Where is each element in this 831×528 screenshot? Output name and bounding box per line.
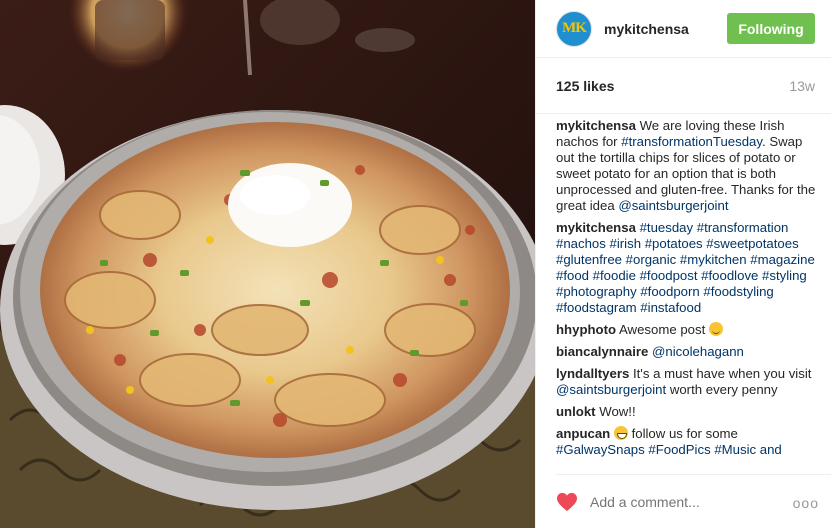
comment-input[interactable] bbox=[590, 493, 780, 510]
header-username[interactable]: mykitchensa bbox=[604, 21, 689, 37]
comment-username[interactable]: mykitchensa bbox=[556, 220, 636, 235]
comments-list[interactable]: mykitchensa We are loving these Irish na… bbox=[556, 118, 819, 476]
grin-emoji-icon bbox=[613, 426, 628, 440]
comment-hashtags[interactable]: #GalwaySnaps #FoodPics #Music and bbox=[556, 442, 782, 457]
comment-text: Wow!! bbox=[599, 404, 636, 419]
comment-text-after: worth every penny bbox=[669, 382, 778, 397]
instagram-post: MK mykitchensa Following 125 likes 13w m… bbox=[0, 0, 831, 528]
following-button[interactable]: Following bbox=[727, 13, 815, 44]
list-item: anpucan follow us for some #GalwaySnaps … bbox=[556, 426, 819, 458]
list-item: mykitchensa #tuesday #transformation #na… bbox=[556, 220, 819, 316]
comment-bar: ooo bbox=[556, 474, 831, 528]
post-photo[interactable] bbox=[0, 0, 535, 528]
avatar[interactable]: MK bbox=[556, 10, 592, 47]
comment-mention[interactable]: @saintsburgerjoint bbox=[556, 382, 666, 397]
list-item: hhyphoto Awesome post bbox=[556, 322, 819, 338]
caption-hashtag[interactable]: #transformationTuesday bbox=[621, 134, 762, 149]
more-options-icon[interactable]: ooo bbox=[793, 495, 819, 511]
wink-emoji-icon bbox=[708, 322, 723, 336]
comment-mention[interactable]: @nicolehagann bbox=[652, 344, 744, 359]
avatar-initials: MK bbox=[562, 20, 587, 36]
likes-count[interactable]: 125 likes bbox=[556, 78, 614, 94]
caption-mention[interactable]: @saintsburgerjoint bbox=[618, 198, 728, 213]
comment-username[interactable]: biancalynnaire bbox=[556, 344, 648, 359]
comment-username[interactable]: mykitchensa bbox=[556, 118, 636, 133]
heart-icon[interactable] bbox=[556, 492, 578, 512]
comment-text: It's a must have when you visit bbox=[632, 366, 812, 381]
comment-text: follow us for some bbox=[631, 426, 738, 441]
comment-username[interactable]: lyndalltyers bbox=[556, 366, 629, 381]
list-item: biancalynnaire @nicolehagann bbox=[556, 344, 819, 360]
caption: mykitchensa We are loving these Irish na… bbox=[556, 118, 819, 214]
list-item: lyndalltyers It's a must have when you v… bbox=[556, 366, 819, 398]
likes-row: 125 likes 13w bbox=[536, 58, 831, 114]
comment-username[interactable]: anpucan bbox=[556, 426, 610, 441]
nachos-photo-illustration bbox=[0, 0, 535, 528]
list-item: unlokt Wow!! bbox=[556, 404, 819, 420]
comment-username[interactable]: unlokt bbox=[556, 404, 596, 419]
post-details-panel: MK mykitchensa Following 125 likes 13w m… bbox=[535, 0, 831, 528]
comment-username[interactable]: hhyphoto bbox=[556, 322, 616, 337]
comment-text: Awesome post bbox=[619, 322, 706, 337]
post-age[interactable]: 13w bbox=[789, 78, 815, 94]
post-header: MK mykitchensa Following bbox=[536, 0, 831, 58]
